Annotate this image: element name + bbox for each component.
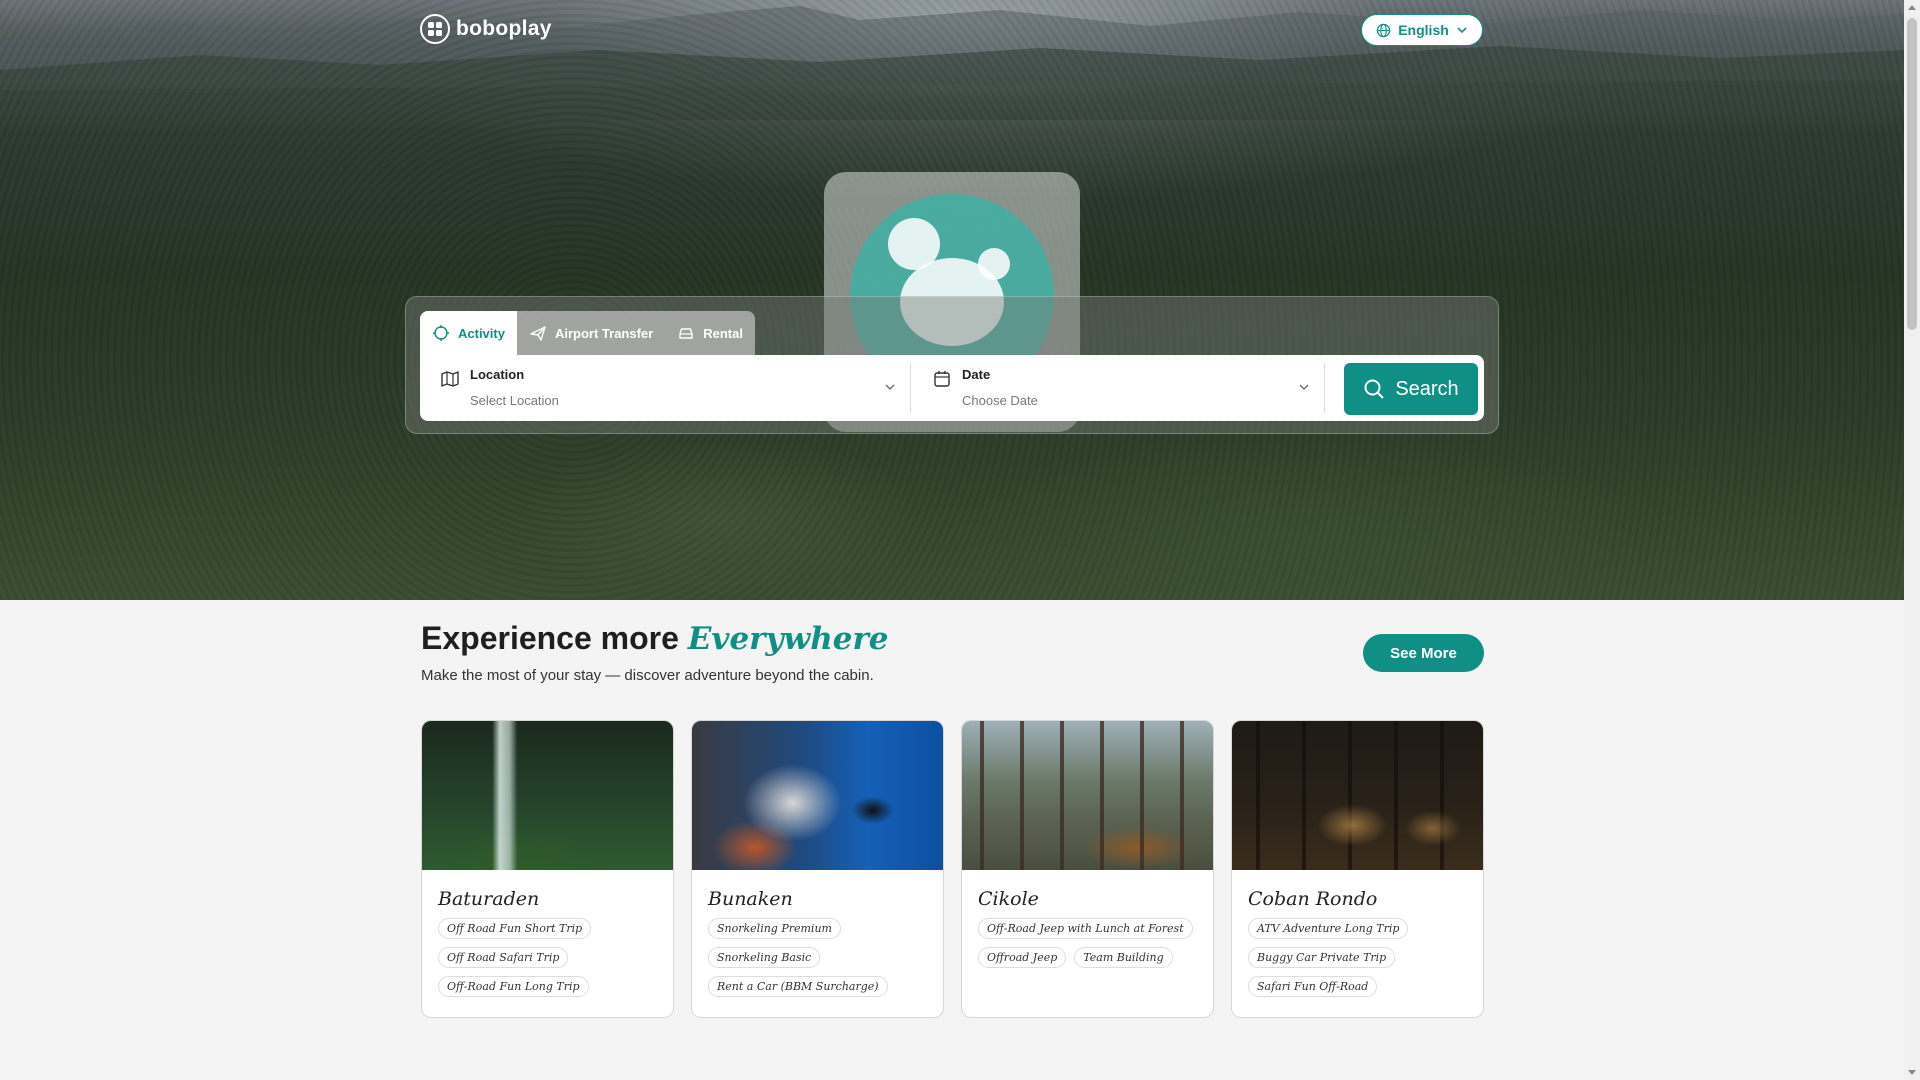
tab-rental-label: Rental bbox=[703, 325, 743, 341]
tab-airport-transfer[interactable]: Airport Transfer bbox=[517, 311, 665, 355]
tab-airport-transfer-label: Airport Transfer bbox=[554, 325, 654, 341]
activity-tag[interactable]: Off-Road Jeep with Lunch at Forest bbox=[978, 918, 1193, 939]
activity-tag[interactable]: Off Road Fun Short Trip bbox=[438, 918, 592, 939]
scrollbar-thumb[interactable] bbox=[1907, 18, 1917, 330]
field-divider bbox=[910, 363, 911, 413]
car-icon bbox=[679, 328, 693, 339]
brand-logo[interactable]: boboplay bbox=[420, 14, 552, 44]
tab-activity-label: Activity bbox=[458, 325, 505, 341]
destination-name: Bunaken bbox=[708, 888, 793, 910]
globe-icon bbox=[1376, 23, 1391, 37]
tab-rental[interactable]: Rental bbox=[665, 311, 755, 355]
location-placeholder: Select Location bbox=[470, 393, 559, 408]
date-label: Date bbox=[962, 367, 991, 382]
activity-tag[interactable]: Offroad Jeep bbox=[978, 947, 1067, 968]
see-more-button[interactable]: See More bbox=[1363, 634, 1484, 672]
destination-card[interactable]: Cikole Off-Road Jeep with Lunch at Fores… bbox=[961, 720, 1214, 1018]
activity-tag[interactable]: ATV Adventure Long Trip bbox=[1248, 918, 1409, 939]
scroll-down-arrow[interactable] bbox=[1908, 1070, 1916, 1075]
plane-icon bbox=[530, 326, 546, 341]
language-label: English bbox=[1398, 22, 1449, 38]
activity-tags: ATV Adventure Long Trip Buggy Car Privat… bbox=[1248, 918, 1473, 997]
activity-tag[interactable]: Rent a Car (BBM Surcharge) bbox=[708, 976, 888, 997]
activity-icon bbox=[433, 325, 449, 341]
activity-tags: Off Road Fun Short Trip Off Road Safari … bbox=[438, 918, 663, 997]
map-icon bbox=[441, 371, 459, 387]
location-field[interactable]: Location Select Location bbox=[420, 355, 906, 421]
waterfall-image bbox=[422, 721, 673, 870]
location-label: Location bbox=[470, 367, 525, 382]
night-camp-image bbox=[1232, 721, 1483, 870]
activity-tags: Snorkeling Premium Snorkeling Basic Rent… bbox=[708, 918, 933, 997]
heading-text: Experience more bbox=[421, 620, 679, 656]
activity-tag[interactable]: Off Road Safari Trip bbox=[438, 947, 569, 968]
date-field[interactable]: Date Choose Date bbox=[912, 355, 1322, 421]
scroll-up-arrow[interactable] bbox=[1908, 5, 1916, 10]
destination-card[interactable]: Baturaden Off Road Fun Short Trip Off Ro… bbox=[421, 720, 674, 1018]
section-heading: Experience more Everywhere bbox=[421, 620, 1484, 657]
language-selector[interactable]: English bbox=[1361, 14, 1483, 46]
search-panel: Activity Airport Transfer Rental Locatio… bbox=[405, 296, 1499, 434]
activity-tag[interactable]: Snorkeling Premium bbox=[708, 918, 841, 939]
chevron-down-icon bbox=[885, 384, 895, 390]
search-button-label: Search bbox=[1395, 377, 1459, 400]
coral-reef-image bbox=[692, 721, 943, 870]
section-subtitle: Make the most of your stay — discover ad… bbox=[421, 667, 874, 684]
page-scrollbar[interactable] bbox=[1904, 0, 1920, 1080]
activity-tag[interactable]: Buggy Car Private Trip bbox=[1248, 947, 1396, 968]
search-fields: Location Select Location Date Choose Dat… bbox=[420, 355, 1484, 421]
destination-card[interactable]: Bunaken Snorkeling Premium Snorkeling Ba… bbox=[691, 720, 944, 1018]
search-icon bbox=[1364, 379, 1385, 399]
destination-name: Coban Rondo bbox=[1248, 888, 1378, 910]
destination-card[interactable]: Coban Rondo ATV Adventure Long Trip Bugg… bbox=[1231, 720, 1484, 1018]
activity-tag[interactable]: Snorkeling Basic bbox=[708, 947, 821, 968]
activity-tags: Off-Road Jeep with Lunch at Forest Offro… bbox=[978, 918, 1203, 968]
destination-name: Baturaden bbox=[438, 888, 540, 910]
pine-forest-image bbox=[962, 721, 1213, 870]
chevron-down-icon bbox=[1299, 384, 1309, 390]
chevron-down-icon bbox=[1457, 27, 1467, 34]
search-tabs: Activity Airport Transfer Rental bbox=[420, 311, 755, 355]
activity-tag[interactable]: Team Building bbox=[1074, 947, 1173, 968]
field-divider bbox=[1324, 363, 1325, 413]
activity-tag[interactable]: Off-Road Fun Long Trip bbox=[438, 976, 589, 997]
date-placeholder: Choose Date bbox=[962, 393, 1038, 408]
tab-activity[interactable]: Activity bbox=[420, 311, 517, 355]
logo-text: boboplay bbox=[456, 17, 552, 40]
activity-tag[interactable]: Safari Fun Off-Road bbox=[1248, 976, 1378, 997]
experience-section: Experience more Everywhere Make the most… bbox=[421, 620, 1484, 684]
search-button[interactable]: Search bbox=[1344, 363, 1478, 415]
logo-icon bbox=[420, 14, 450, 44]
destination-name: Cikole bbox=[978, 888, 1039, 910]
calendar-icon bbox=[934, 371, 950, 387]
destination-cards: Baturaden Off Road Fun Short Trip Off Ro… bbox=[421, 720, 1485, 1020]
heading-accent: Everywhere bbox=[687, 621, 889, 657]
